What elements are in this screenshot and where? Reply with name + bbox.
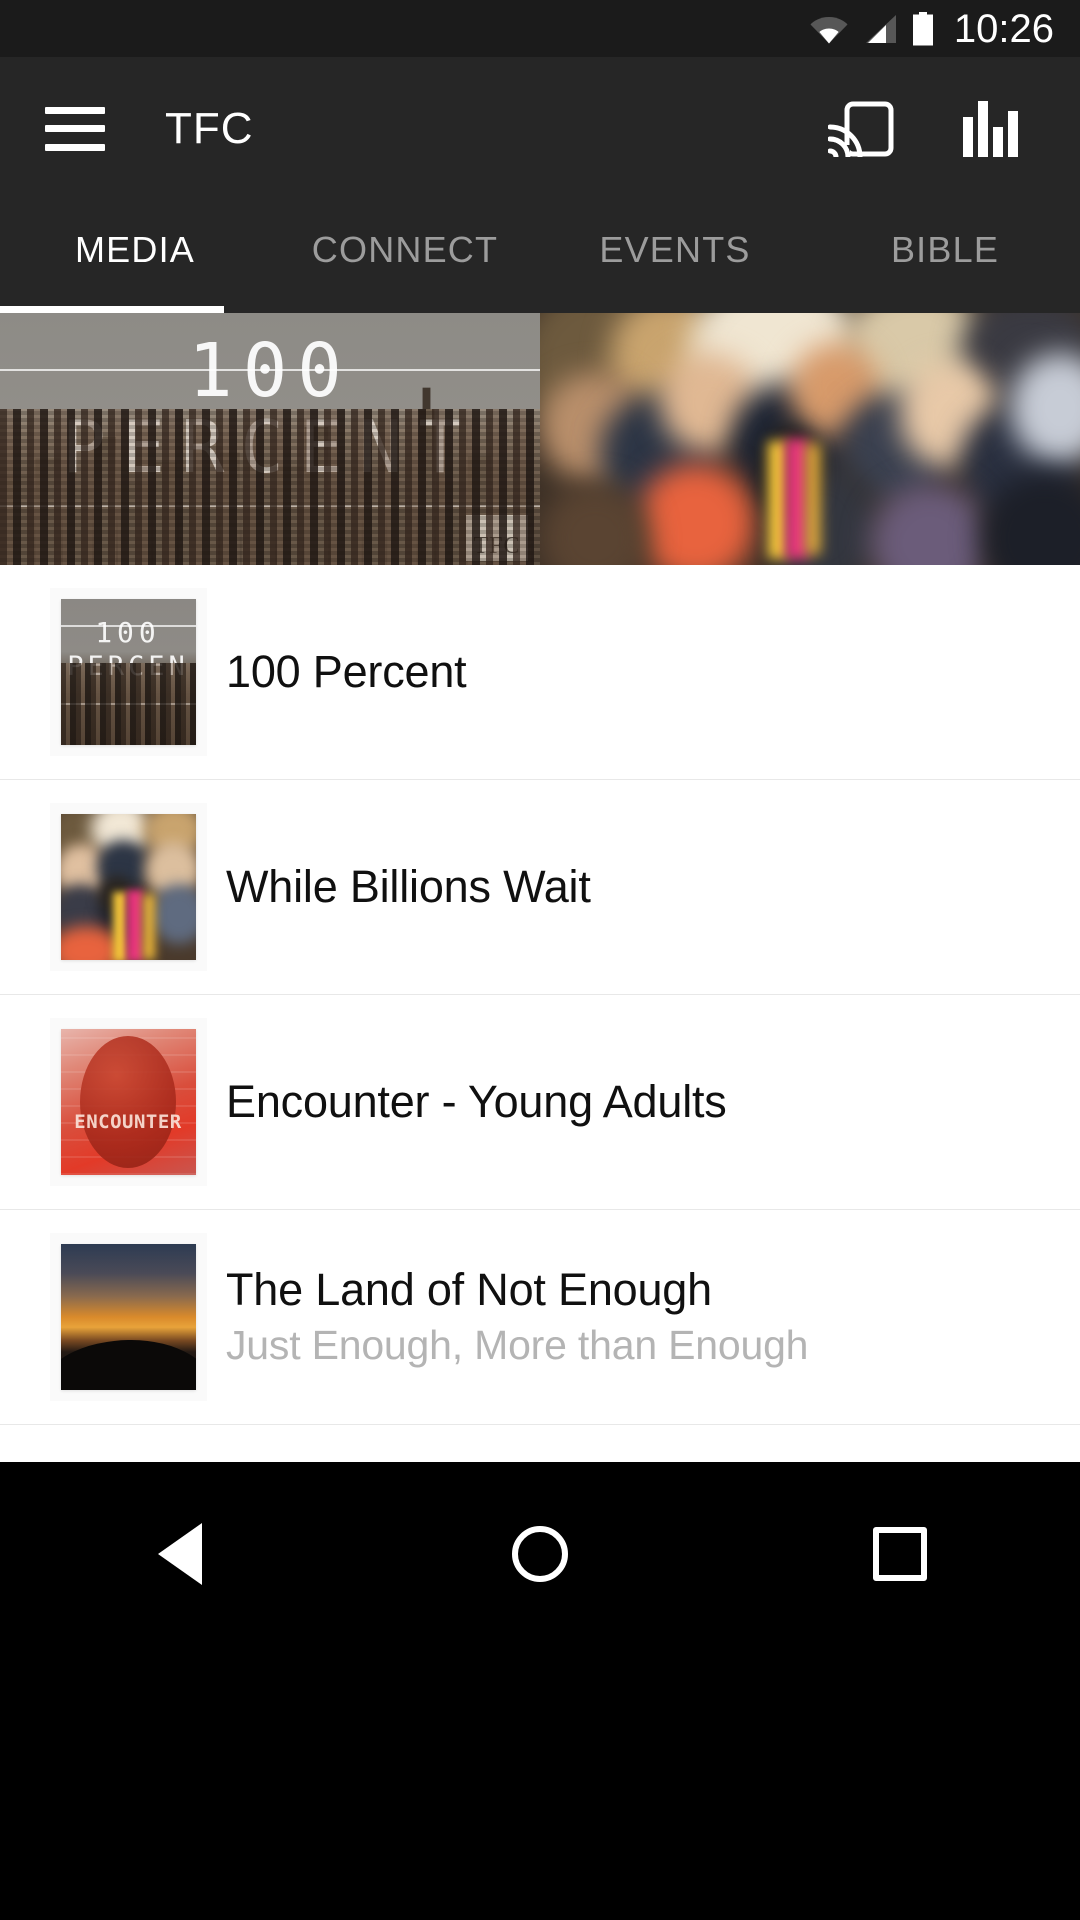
hill-silhouette (60, 1340, 196, 1390)
tab-bible[interactable]: BIBLE (810, 200, 1080, 313)
list-item-subtitle: Just Enough, More than Enough (226, 1321, 809, 1368)
hero-title-line2: PERCENT (62, 404, 478, 489)
tab-bar: MEDIA CONNECT EVENTS BIBLE (0, 200, 1080, 313)
sunset-photo-thumbnail (60, 1244, 196, 1390)
city-skyline-image: 100 PERCENT TFC (0, 313, 540, 565)
thumb-text-line2: PERCEN (67, 651, 189, 682)
list-item-title: The Land of Not Enough (226, 1264, 712, 1316)
tab-connect[interactable]: CONNECT (270, 200, 540, 313)
home-button[interactable] (465, 1504, 615, 1604)
back-triangle-icon (158, 1523, 202, 1585)
wifi-icon (810, 14, 848, 44)
tab-connect-label: CONNECT (311, 228, 499, 270)
tfc-watermark-logo: TFC (466, 515, 528, 561)
media-list: 100 PERCEN 100 Percent While Billions Wa… (0, 565, 1080, 1465)
hero-slide-100-percent[interactable]: 100 PERCENT TFC (0, 313, 540, 565)
cellular-signal-icon (862, 14, 898, 44)
app-title: TFC (165, 103, 254, 153)
tab-media-label: MEDIA (74, 228, 195, 270)
hero-rule-top (0, 369, 540, 371)
system-nav-bar (0, 1462, 1080, 1920)
recents-square-icon (873, 1527, 927, 1581)
thumb-text-line2: ENCOUNTER (74, 1110, 182, 1133)
tab-indicator (0, 306, 224, 313)
list-item-title: Encounter - Young Adults (226, 1075, 727, 1127)
thumbnail-wrapper (45, 814, 211, 960)
status-bar: 10:26 (0, 0, 1080, 57)
tab-events[interactable]: EVENTS (540, 200, 810, 313)
list-item-text: While Billions Wait (226, 860, 1080, 912)
battery-icon (912, 11, 934, 46)
list-item-text: Encounter - Young Adults (226, 1075, 1080, 1127)
equalizer-icon[interactable] (948, 86, 1034, 172)
recents-button[interactable] (825, 1504, 975, 1604)
thumb-text-line1: 100 (95, 616, 161, 649)
list-item-title: 100 Percent (226, 645, 467, 697)
thumbnail-wrapper: 100 PERCEN (45, 599, 211, 745)
tab-bible-label: BIBLE (890, 228, 1000, 270)
hamburger-menu-icon[interactable] (45, 106, 105, 151)
app-screen: 10:26 TFC MEDIA CONNECT EVENTS BIBLE 100… (0, 0, 1080, 1920)
crowd-photo-image (540, 313, 1080, 565)
app-bar: TFC (0, 57, 1080, 200)
list-item[interactable]: ENCOUNTER Encounter - Young Adults (0, 995, 1080, 1210)
list-item-title: While Billions Wait (226, 860, 591, 912)
status-bar-clock: 10:26 (953, 6, 1054, 51)
thumbnail-wrapper (45, 1244, 211, 1390)
tab-events-label: EVENTS (599, 228, 751, 270)
cast-icon[interactable] (818, 86, 904, 172)
list-item-text: The Land of Not Enough Just Enough, More… (226, 1264, 1080, 1369)
city-skyline-thumbnail: 100 PERCEN (60, 599, 196, 745)
list-item-text: 100 Percent (226, 645, 1080, 697)
hero-slide-crowd[interactable] (540, 313, 1080, 565)
back-button[interactable] (105, 1504, 255, 1604)
skyline-silhouette (0, 388, 531, 565)
list-item[interactable]: While Billions Wait (0, 780, 1080, 995)
list-item[interactable]: The Land of Not Enough Just Enough, More… (0, 1210, 1080, 1425)
tab-media[interactable]: MEDIA (0, 200, 270, 313)
home-circle-icon (512, 1526, 568, 1582)
hero-title: 100 PERCENT (0, 334, 540, 489)
list-item[interactable]: 100 PERCEN 100 Percent (0, 565, 1080, 780)
hero-carousel[interactable]: 100 PERCENT TFC (0, 313, 1080, 565)
globe-shape (80, 1036, 176, 1168)
thumbnail-wrapper: ENCOUNTER (45, 1029, 211, 1175)
encounter-logo-thumbnail: ENCOUNTER (60, 1029, 196, 1175)
list-item-partial[interactable] (0, 1425, 1080, 1465)
hero-rule-bottom (0, 505, 540, 507)
crowd-photo-thumbnail (60, 814, 196, 960)
